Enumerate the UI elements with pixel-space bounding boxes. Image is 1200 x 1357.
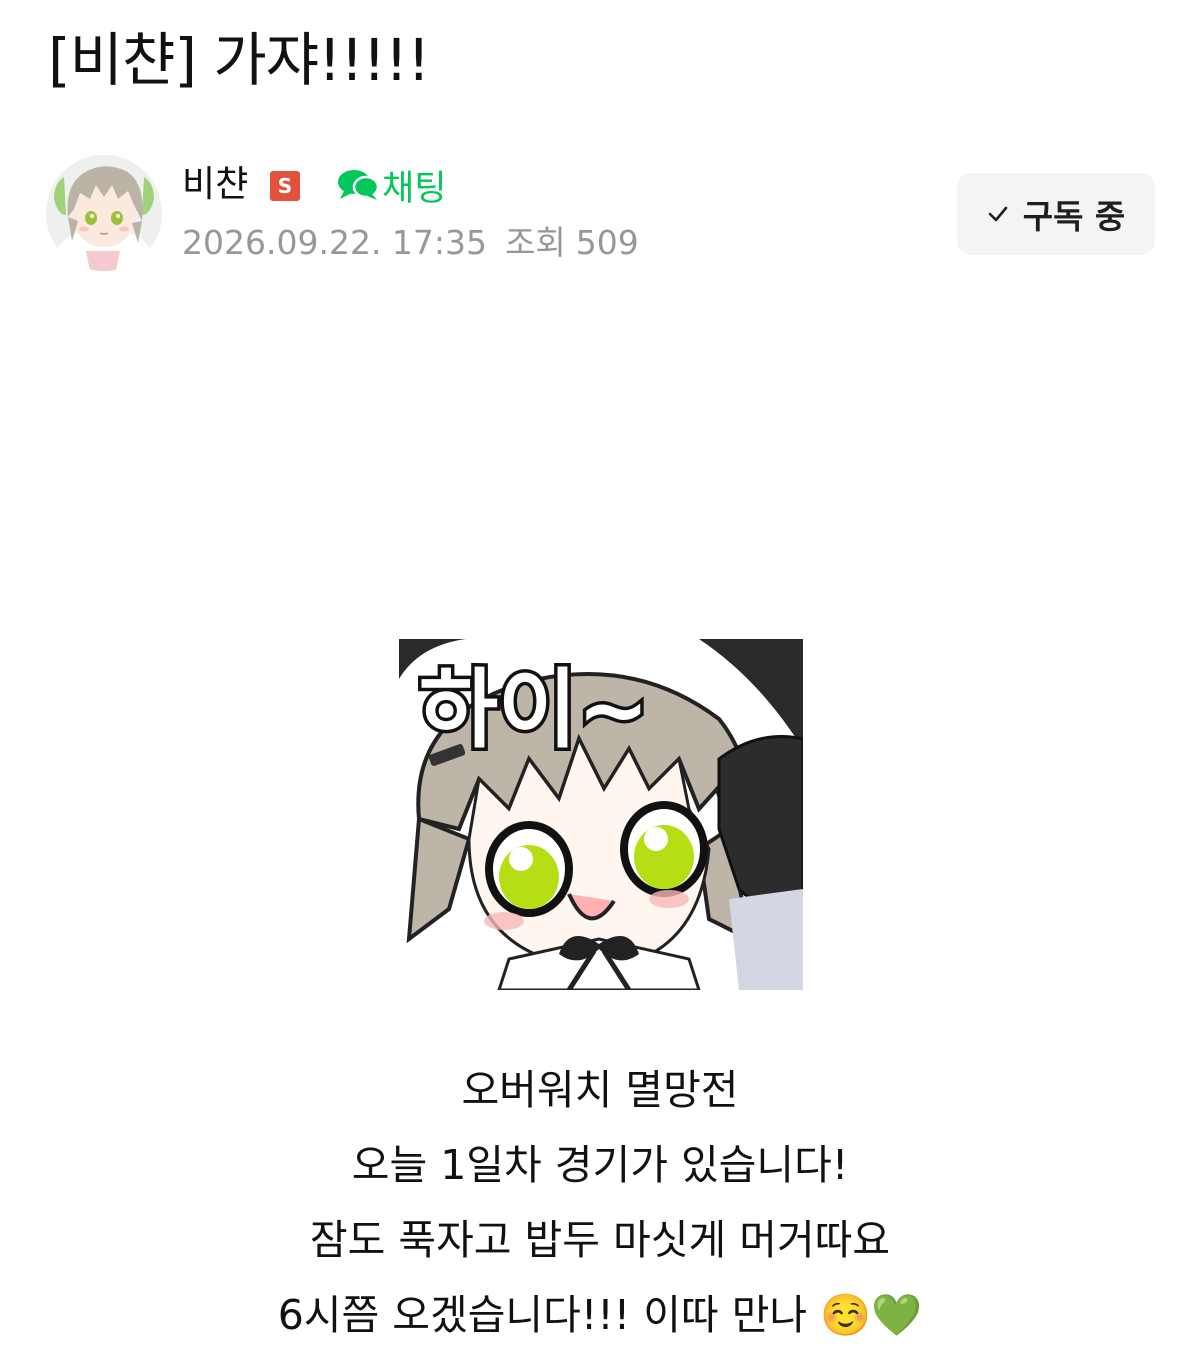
body-line: 오늘 1일차 경기가 있습니다! [351,1141,849,1189]
author-avatar[interactable] [46,155,162,271]
post-meta: 2026.09.22. 17:35 조회 509 [182,219,639,267]
body-line: 잠도 푹자고 밥두 마싯게 머거따요 [309,1216,891,1264]
subscribe-button[interactable]: 구독 중 [957,173,1155,255]
post-title: [비챤] 가쟈!!!!! [48,26,430,94]
post-date: 2026.09.22. 17:35 [182,223,488,262]
post-body: 오버워치 멸망전 오늘 1일차 경기가 있습니다! 잠도 푹자고 밥두 마싯게 … [0,1053,1200,1353]
body-line: 6시쯤 오겠습니다!!! 이따 만나 ☺️💚 [277,1291,923,1339]
subscribe-label: 구독 중 [1022,197,1126,236]
chat-button[interactable]: 채팅 [336,159,446,211]
author-badge: S [270,171,300,201]
waving-character-sticker: 하이~ [399,639,803,990]
sticker-text: 하이~ [419,660,649,760]
chat-bubbles-icon [336,167,380,203]
anime-character-avatar [46,155,162,271]
check-icon [987,203,1009,225]
views-label: 조회 [505,223,566,262]
author-name[interactable]: 비챤 [182,159,248,211]
author-header: 비챤 S 채팅 2026.09.22. 17:35 조회 509 구독 중 [46,155,1156,275]
views-number: 509 [575,223,639,262]
chat-label: 채팅 [382,168,447,209]
view-count: 조회 509 [505,219,639,267]
sticker-image: 하이~ [399,639,803,990]
body-line: 오버워치 멸망전 [461,1066,739,1114]
